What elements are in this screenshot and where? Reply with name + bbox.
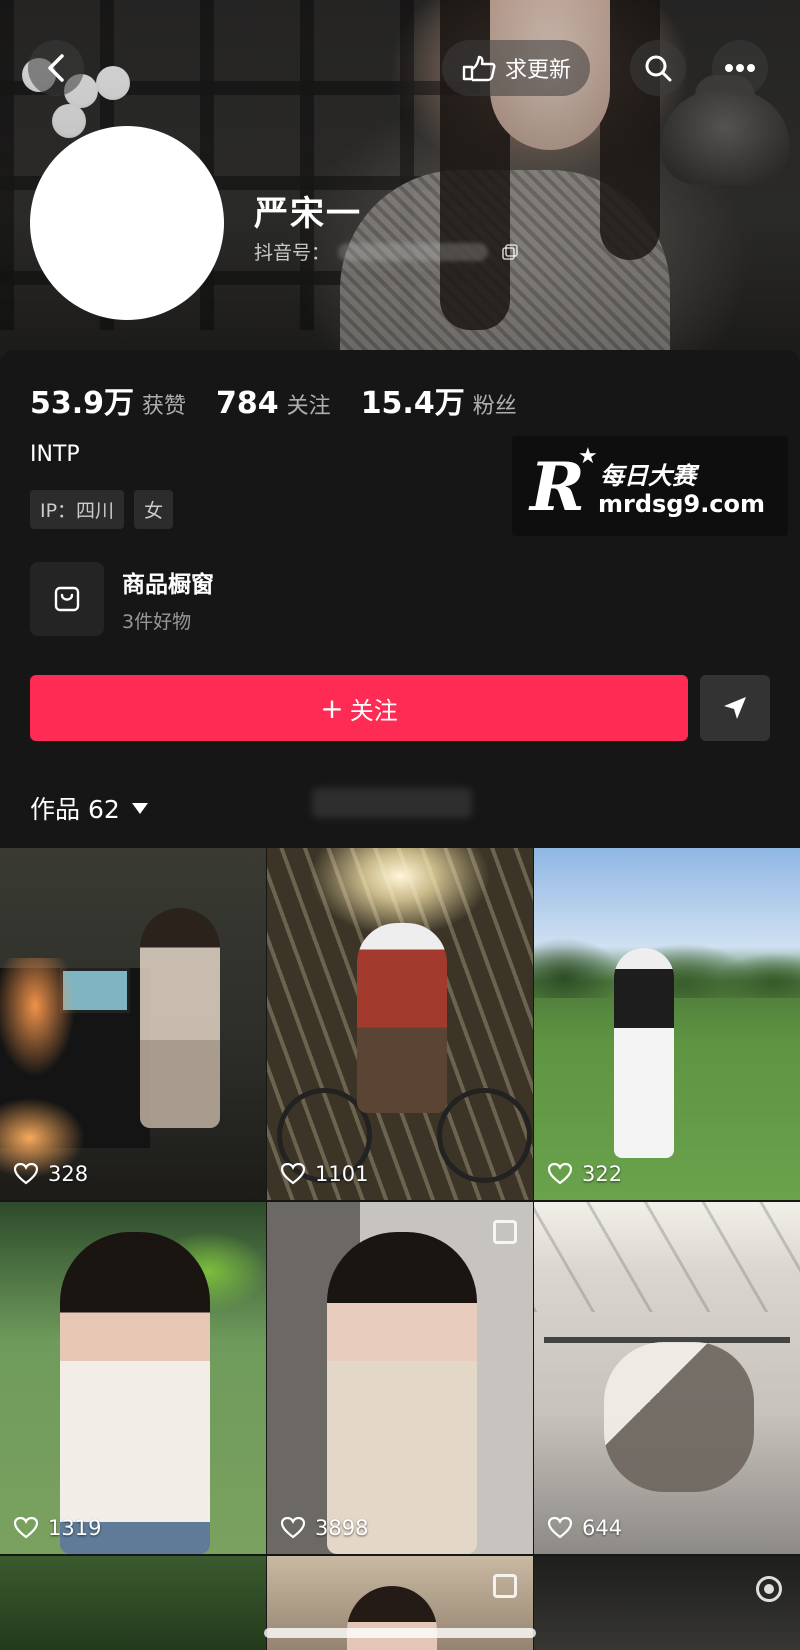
like-count: 3898 [281, 1516, 368, 1540]
shop-subtitle: 3件好物 [122, 610, 192, 633]
video-tile[interactable]: 322 [534, 848, 800, 1200]
stat-value: 53.9万 [30, 386, 135, 421]
shop-title: 商品橱窗 [122, 571, 214, 598]
watermark-cn-text: 每日大赛 [600, 462, 696, 490]
profile-tags: IP：四川 女 [30, 490, 174, 529]
like-count-value: 322 [582, 1162, 623, 1186]
share-button[interactable] [700, 675, 770, 741]
search-icon [645, 55, 672, 82]
live-icon [756, 1576, 782, 1602]
like-count: 328 [14, 1162, 88, 1186]
profile-bio: INTP [30, 442, 80, 467]
tab-works[interactable]: 作品 62 [30, 790, 148, 826]
video-tile[interactable]: 644 [534, 1202, 800, 1554]
like-count-value: 1101 [315, 1162, 369, 1186]
profile-name: 严宋一 [254, 194, 362, 234]
multi-image-icon [493, 1574, 517, 1598]
stat-label: 关注 [286, 394, 331, 419]
pointing-hand-icon [462, 55, 496, 82]
heart-icon [548, 1163, 572, 1185]
heart-icon [548, 1517, 572, 1539]
profile-info-panel: 53.9万 获赞 784 关注 15.4万 粉丝 INTP IP：四川 女 R … [0, 350, 800, 850]
image-post-tile[interactable]: 3898 [267, 1202, 533, 1554]
stat-value: 784 [216, 386, 279, 421]
back-button[interactable] [28, 40, 84, 96]
like-count: 644 [548, 1516, 622, 1540]
stat-likes[interactable]: 53.9万 获赞 [30, 378, 186, 422]
works-label: 作品 62 [30, 795, 120, 824]
tile-scene [327, 1232, 477, 1554]
multi-image-icon [493, 1220, 517, 1244]
tile-scene [347, 1586, 437, 1650]
tile-scene [140, 908, 220, 1128]
back-icon [48, 54, 64, 82]
stat-followers[interactable]: 15.4万 粉丝 [361, 378, 517, 422]
follow-label: 关注 [349, 696, 398, 725]
works-grid: 328 1101 322 1319 3898 644 [0, 848, 800, 1650]
live-tile[interactable] [534, 1556, 800, 1650]
video-tile[interactable]: 1101 [267, 848, 533, 1200]
douyin-id-redacted [338, 242, 489, 261]
watermark-star: ★ [578, 444, 598, 469]
heart-icon [14, 1517, 38, 1539]
stat-following[interactable]: 784 关注 [216, 386, 331, 421]
heart-icon [281, 1517, 305, 1539]
douyin-id-label: 抖音号： [254, 242, 331, 264]
watermark-letter: R [530, 448, 585, 526]
caret-down-icon [131, 802, 148, 814]
watermark-logo: R ★ 每日大赛 mrdsg9.com [512, 436, 788, 536]
stat-label: 获赞 [142, 394, 187, 419]
watermark-url: mrdsg9.com [598, 490, 766, 518]
like-count: 322 [548, 1162, 622, 1186]
like-count: 1101 [281, 1162, 368, 1186]
like-count-value: 1319 [48, 1516, 102, 1540]
home-indicator[interactable] [264, 1628, 536, 1638]
tile-scene [357, 923, 447, 1113]
profile-stats: 53.9万 获赞 784 关注 15.4万 粉丝 [30, 378, 517, 422]
avatar[interactable] [30, 126, 224, 320]
heart-icon [281, 1163, 305, 1185]
tile-scene [604, 1342, 754, 1492]
video-tile[interactable] [0, 1556, 266, 1650]
stat-label: 粉丝 [472, 394, 517, 419]
tile-scene [60, 1232, 210, 1554]
request-update-label: 求更新 [504, 58, 571, 83]
video-tile[interactable]: 1319 [0, 1202, 266, 1554]
tile-scene [534, 1202, 800, 1312]
douyin-id[interactable]: 抖音号： [254, 238, 518, 265]
shop-text: 商品橱窗 3件好物 [122, 565, 214, 634]
blurred-tab [312, 788, 472, 818]
like-count-value: 328 [48, 1162, 89, 1186]
like-count-value: 644 [582, 1516, 623, 1540]
tile-scene [614, 948, 674, 1158]
tag-gender: 女 [134, 490, 174, 529]
stat-value: 15.4万 [360, 386, 465, 421]
plus-icon: + [320, 691, 344, 725]
more-icon [725, 64, 755, 72]
tag-ip-location: IP：四川 [30, 490, 125, 529]
search-button[interactable] [630, 40, 686, 96]
share-icon [724, 697, 746, 719]
copy-icon[interactable] [502, 243, 518, 260]
heart-icon [14, 1163, 38, 1185]
more-button[interactable] [712, 40, 768, 96]
bag-icon [30, 562, 104, 636]
video-tile[interactable]: 328 [0, 848, 266, 1200]
request-update-button[interactable]: 求更新 [442, 40, 590, 96]
shop-window[interactable]: 商品橱窗 3件好物 [30, 562, 214, 636]
follow-button[interactable]: + 关注 [30, 675, 688, 741]
tile-scene [437, 1088, 532, 1183]
like-count: 1319 [14, 1516, 101, 1540]
like-count-value: 3898 [315, 1516, 369, 1540]
